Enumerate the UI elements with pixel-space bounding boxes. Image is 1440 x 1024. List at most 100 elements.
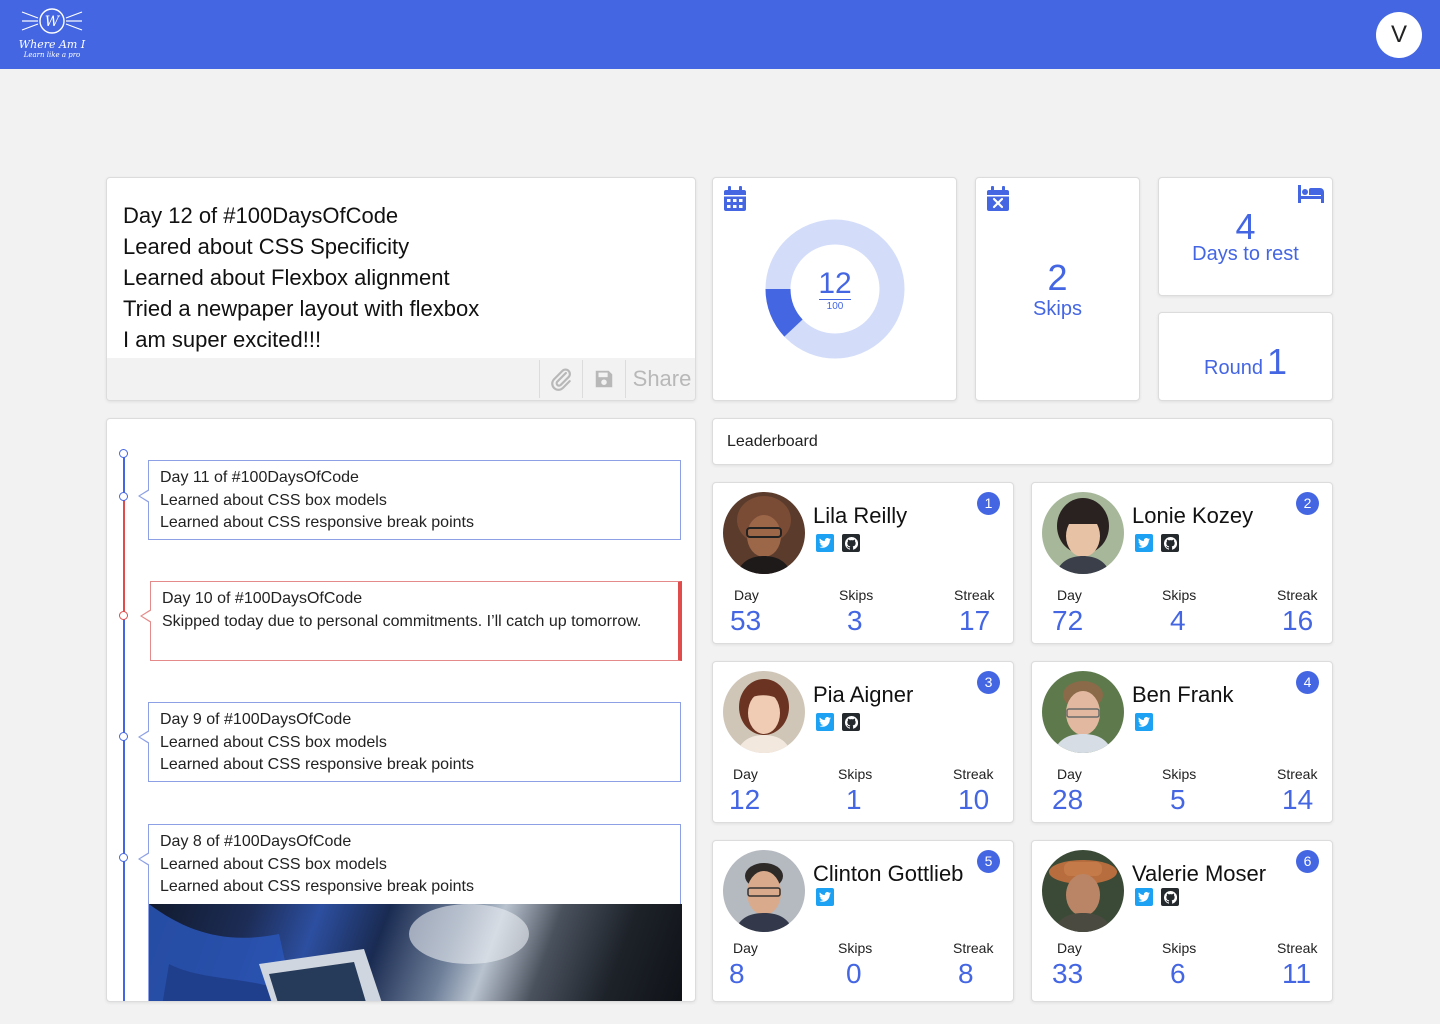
day-label: Day <box>1057 766 1082 782</box>
entry-line: Day 9 of #100DaysOfCode <box>160 711 352 728</box>
player-social-links <box>816 888 834 906</box>
entry-line: Learned about CSS responsive break point… <box>160 756 474 773</box>
day-label: Day <box>733 940 758 956</box>
composer-toolbar: Share <box>107 358 695 400</box>
streak-label: Streak <box>954 587 995 603</box>
avatar <box>723 492 805 574</box>
composer-line: Day 12 of #100DaysOfCode <box>123 203 399 228</box>
entry-line: Day 8 of #100DaysOfCode <box>160 833 352 850</box>
twitter-icon[interactable] <box>816 713 834 731</box>
github-icon[interactable] <box>1161 534 1179 552</box>
github-icon[interactable] <box>842 534 860 552</box>
skips-value: 2 <box>1047 257 1068 298</box>
progress-donut: 12 100 <box>765 219 905 359</box>
timeline-entry-skipped[interactable]: Day 10 of #100DaysOfCode Skipped today d… <box>140 581 682 661</box>
share-button[interactable]: Share <box>627 358 695 400</box>
round-label: Round <box>1204 357 1263 379</box>
twitter-icon[interactable] <box>1135 534 1153 552</box>
app-logo[interactable]: W Where Am I Learn like a pro <box>14 4 90 66</box>
day-label: Day <box>734 587 759 603</box>
timeline-dot <box>119 492 128 501</box>
player-name: Ben Frank <box>1132 682 1234 707</box>
user-photo-icon <box>1042 492 1124 574</box>
twitter-icon[interactable] <box>1135 888 1153 906</box>
day-value: 8 <box>729 958 745 989</box>
twitter-icon[interactable] <box>816 888 834 906</box>
paperclip-icon <box>551 368 571 391</box>
player-card[interactable]: Lila Reilly 1 Day Skips Streak 53 3 17 <box>712 482 1014 644</box>
skips-value: 6 <box>1170 958 1186 989</box>
skips-value: 0 <box>846 958 862 989</box>
entry-line: Learned about CSS responsive break point… <box>160 878 474 895</box>
streak-value: 16 <box>1282 605 1314 636</box>
timeline-entry[interactable]: Day 9 of #100DaysOfCode Learned about CS… <box>138 702 681 782</box>
twitter-icon[interactable] <box>816 534 834 552</box>
round-card: Round 1 <box>1158 312 1333 401</box>
user-photo-icon <box>1042 671 1124 753</box>
streak-value: 10 <box>958 784 990 815</box>
entry-line: Learned about CSS box models <box>160 855 387 873</box>
rest-days-value: 4 <box>1235 206 1256 247</box>
round-value: 1 <box>1266 341 1287 382</box>
entry-pointer <box>138 730 150 744</box>
user-avatar-button[interactable]: V <box>1376 12 1422 58</box>
avatar <box>723 850 805 932</box>
skips-value: 3 <box>847 605 863 636</box>
streak-label: Streak <box>953 766 994 782</box>
fraction-divider <box>819 299 851 300</box>
floppy-disk-icon <box>595 370 613 388</box>
skips-label: Skips <box>1162 587 1197 603</box>
github-icon[interactable] <box>1161 888 1179 906</box>
toolbar-divider <box>582 360 583 398</box>
skips-label: Skips <box>839 587 874 603</box>
player-card[interactable]: Pia Aigner 3 Day Skips Streak 12 1 10 <box>712 661 1014 823</box>
entry-line: Day 11 of #100DaysOfCode <box>160 469 359 486</box>
entry-line: Learned about CSS responsive break point… <box>160 514 474 531</box>
day-progress-card: 12 100 <box>712 177 957 401</box>
leaderboard-title: Leaderboard <box>727 433 818 450</box>
day-value: 72 <box>1052 605 1084 636</box>
attach-button[interactable] <box>541 358 581 400</box>
rank-badge: 5 <box>977 850 1000 873</box>
timeline-track <box>123 453 125 496</box>
composer-text[interactable]: Day 12 of #100DaysOfCode Leared about CS… <box>107 178 695 355</box>
player-card[interactable]: Clinton Gottlieb 5 Day Skips Streak 8 0 … <box>712 840 1014 1002</box>
player-social-links <box>816 534 860 552</box>
rank-badge: 1 <box>977 492 1000 515</box>
streak-value: 17 <box>959 605 991 636</box>
rest-days-label: Days to rest <box>1192 243 1299 265</box>
player-card[interactable]: Ben Frank 4 Day Skips Streak 28 5 14 <box>1031 661 1333 823</box>
user-photo-icon <box>723 492 805 574</box>
twitter-icon[interactable] <box>1135 713 1153 731</box>
timeline-dot <box>119 732 128 741</box>
current-day-value: 12 <box>818 267 852 300</box>
player-card[interactable]: Lonie Kozey 2 Day Skips Streak 72 4 16 <box>1031 482 1333 644</box>
user-photo-icon <box>1042 850 1124 932</box>
svg-text:W: W <box>45 14 61 30</box>
logo-title: Where Am I <box>18 38 86 51</box>
day-value: 28 <box>1052 784 1084 815</box>
composer-line: Leared about CSS Specificity <box>123 234 410 259</box>
rank-badge: 4 <box>1296 671 1319 694</box>
entry-line: Learned about CSS box models <box>160 733 387 751</box>
timeline-entry[interactable]: Day 8 of #100DaysOfCode Learned about CS… <box>138 824 682 1001</box>
laptop-photo-illustration <box>149 904 529 1001</box>
player-social-links <box>1135 888 1179 906</box>
streak-value: 11 <box>1282 958 1312 989</box>
user-photo-icon <box>723 850 805 932</box>
total-days-value: 100 <box>826 301 844 312</box>
github-icon[interactable] <box>842 713 860 731</box>
timeline-track-skipped <box>123 496 125 615</box>
save-button[interactable] <box>584 358 624 400</box>
timeline-track <box>123 615 125 1001</box>
entry-pointer <box>138 852 150 866</box>
day-value: 53 <box>730 605 762 636</box>
player-social-links <box>816 713 860 731</box>
player-card[interactable]: Valerie Moser 6 Day Skips Streak 33 6 11 <box>1031 840 1333 1002</box>
composer-line: Tried a newpaper layout with flexbox <box>123 296 480 321</box>
player-name: Pia Aigner <box>813 682 914 707</box>
entry-photo[interactable] <box>149 904 682 1001</box>
logo-tagline: Learn like a pro <box>23 51 81 59</box>
timeline-entry[interactable]: Day 11 of #100DaysOfCode Learned about C… <box>138 460 681 540</box>
leaderboard-header: Leaderboard <box>712 418 1333 465</box>
